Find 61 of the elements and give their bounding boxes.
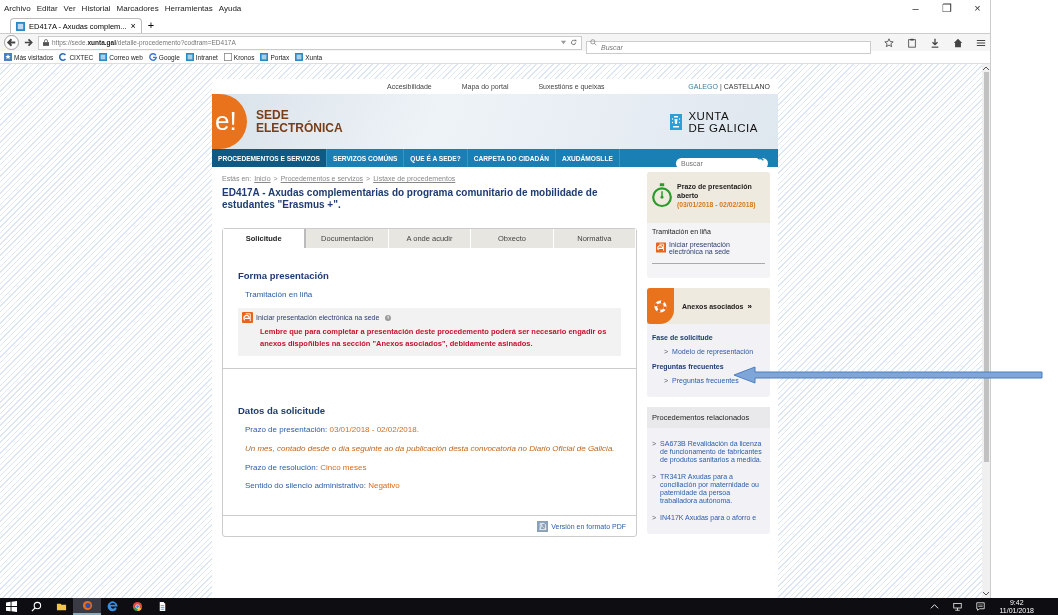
pdf-icon: [537, 521, 549, 532]
home-icon[interactable]: [953, 37, 963, 48]
caret-up-icon[interactable]: [930, 602, 940, 611]
favicon-icon: [16, 21, 25, 31]
field-text: Prazo de presentación: 03/01/2018 - 02/02/2018.: [245, 425, 420, 434]
menu-item[interactable]: Ver: [63, 3, 76, 13]
reload-icon[interactable]: [570, 39, 577, 46]
window-control[interactable]: ❐: [934, 1, 959, 15]
logo-text: SEDE ELECTRÓNICA: [256, 108, 343, 135]
dropdown-icon[interactable]: [560, 39, 567, 46]
bookmark-star-icon[interactable]: [884, 37, 894, 48]
c-logo-icon: [59, 53, 68, 61]
g-logo-icon: [148, 53, 157, 61]
page-icon: [295, 53, 304, 61]
e-sign-icon: [656, 241, 667, 254]
menu-item[interactable]: Ayuda: [218, 3, 242, 13]
lifebuoy-icon: [654, 299, 667, 313]
e-sign-icon: [242, 312, 253, 323]
bookmarks-icon: [4, 53, 12, 61]
help-icon[interactable]: [385, 314, 392, 321]
document-icon[interactable]: [157, 601, 168, 612]
menu-item[interactable]: Editar: [36, 3, 58, 13]
menu-icon[interactable]: [976, 37, 986, 48]
xunta-logo-text: XUNTA DE GALICIA: [688, 109, 758, 134]
download-icon[interactable]: [930, 37, 940, 48]
window-control[interactable]: –: [903, 2, 928, 14]
network-icon[interactable]: [953, 602, 963, 611]
page-icon: [260, 53, 269, 61]
forward-icon[interactable]: [23, 37, 34, 48]
field-text: Prazo de resolución: Cinco meses: [245, 463, 368, 472]
field-text: Sentido do silencio administrativo: Negativo: [245, 481, 401, 490]
section-heading: Forma presentación: [238, 270, 330, 281]
stopwatch-icon: [651, 182, 673, 208]
folder-icon[interactable]: [56, 601, 67, 612]
menu-item[interactable]: Archivo: [4, 3, 31, 13]
back-icon[interactable]: [4, 35, 19, 50]
clipboard-icon[interactable]: [907, 37, 917, 48]
more-icon: »: [747, 301, 752, 311]
note-text: Un mes, contado desde o día seguinte ao da publicación desta convocatoria no Diario Oficial de Galicia.: [245, 443, 616, 454]
menu-item[interactable]: Herramientas: [164, 3, 213, 13]
section-heading: Datos da solicitude: [238, 405, 327, 416]
scroll-down-icon[interactable]: [983, 592, 989, 596]
page-icon: [99, 53, 108, 61]
new-tab-button[interactable]: +: [141, 18, 161, 33]
blank-page-icon: [223, 53, 232, 61]
page-title: ED417A - Axudas complementarias do programa comunitario de mobilidade de estudantes "Erasmus +".: [222, 187, 599, 211]
page-icon: [185, 53, 194, 61]
close-icon[interactable]: ×: [130, 21, 136, 31]
chrome-icon[interactable]: [132, 601, 143, 612]
lock-icon: [43, 39, 49, 46]
scroll-thumb[interactable]: [983, 72, 989, 462]
edge-icon[interactable]: [107, 601, 118, 612]
menu-item[interactable]: Marcadores: [116, 3, 159, 13]
scroll-up-icon[interactable]: [983, 66, 989, 70]
notification-icon[interactable]: [976, 602, 986, 611]
window-control[interactable]: ×: [965, 2, 990, 14]
section-subheading: Tramitación en liña: [245, 290, 314, 299]
scrollbar[interactable]: [982, 64, 990, 598]
firefox-icon[interactable]: [81, 600, 93, 611]
windows-start-icon[interactable]: [6, 601, 17, 612]
menu-item[interactable]: Historial: [81, 3, 111, 13]
